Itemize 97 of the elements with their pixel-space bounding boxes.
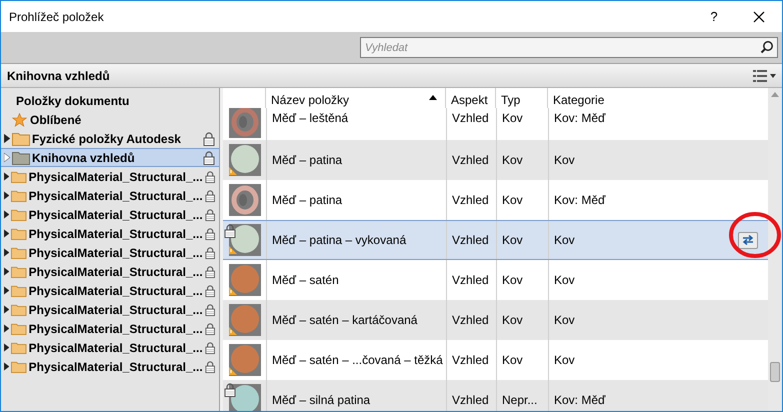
- section-title: Knihovna vzhledů: [7, 68, 111, 84]
- scroll-up-arrow-icon: [771, 92, 779, 97]
- scrollbar[interactable]: [768, 88, 782, 411]
- category-cell-text: Kov: Měď: [554, 192, 606, 209]
- item-name: Měď – patina – vykovaná: [272, 232, 406, 249]
- folder-item[interactable]: PhysicalMaterial_Structural_...: [1, 281, 219, 300]
- item-name: Měď – silná patina: [272, 392, 370, 409]
- folder-item[interactable]: Knihovna vzhledů: [1, 148, 219, 167]
- expand-arrow-icon[interactable]: [4, 324, 10, 333]
- type-cell-text: Kov: [502, 232, 523, 249]
- folder-item[interactable]: PhysicalMaterial_Structural_...: [1, 338, 219, 357]
- aspect-cell-text: Vzhled: [452, 352, 489, 369]
- folder-icon: [11, 302, 27, 316]
- item-name: Měď – satén – kartáčovaná: [272, 312, 418, 329]
- folder-icon: [11, 264, 27, 278]
- item-name: Měď – patina: [272, 192, 342, 209]
- favorites-item[interactable]: Oblíbené: [1, 110, 219, 129]
- folder-icon: [11, 226, 27, 240]
- aspect-cell-text: Vzhled: [452, 272, 489, 289]
- search-icon[interactable]: [760, 40, 774, 54]
- swap-arrows-icon: [742, 235, 754, 245]
- scrollbar-thumb[interactable]: [770, 362, 780, 382]
- folder-item[interactable]: PhysicalMaterial_Structural_...: [1, 262, 219, 281]
- column-header[interactable]: Typ: [501, 93, 520, 107]
- category-cell-text: Kov: [554, 152, 575, 169]
- item-name: Měď – satén – ...čovaná – těžká: [272, 352, 443, 369]
- category-cell-text: Kov: Měď: [554, 392, 606, 409]
- expand-arrow-icon[interactable]: [4, 305, 10, 314]
- folder-icon: [12, 150, 30, 164]
- table-row[interactable]: Měď – satén – kartáčovaná Vzhled Kov Kov: [223, 300, 768, 340]
- folder-item[interactable]: PhysicalMaterial_Structural_...: [1, 224, 219, 243]
- column-header[interactable]: Název položky: [271, 91, 429, 108]
- category-cell-text: Kov: [554, 232, 575, 249]
- category-cell-text: Kov: [554, 272, 575, 289]
- type-cell-text: Kov: [502, 312, 523, 329]
- aspect-cell-text: Vzhled: [452, 110, 489, 127]
- expand-arrow-icon[interactable]: [4, 153, 10, 162]
- expand-arrow-icon[interactable]: [4, 210, 10, 219]
- list-view-icon: [753, 70, 767, 82]
- category-cell-text: Kov: [554, 352, 575, 369]
- window-title: Prohlížeč položek: [8, 8, 105, 26]
- aspect-cell-text: Vzhled: [452, 192, 489, 209]
- star-icon: [12, 112, 27, 126]
- close-icon: [753, 10, 765, 22]
- expand-arrow-icon[interactable]: [4, 172, 10, 181]
- help-button[interactable]: ?: [692, 2, 736, 32]
- folder-icon: [11, 208, 27, 222]
- expand-arrow-icon[interactable]: [4, 134, 10, 143]
- column-header[interactable]: Kategorie: [553, 93, 604, 107]
- aspect-cell-text: Vzhled: [452, 232, 489, 249]
- folder-icon: [11, 170, 27, 184]
- folder-icon: [11, 322, 27, 336]
- expand-arrow-icon[interactable]: [4, 343, 10, 352]
- column-header[interactable]: Aspekt: [451, 93, 488, 107]
- table-row[interactable]: Měď – silná patina Vzhled Nepr... Kov: Měď: [223, 380, 768, 411]
- aspect-cell-text: Vzhled: [452, 312, 489, 329]
- search-field[interactable]: Vyhledat: [360, 37, 778, 58]
- folder-item[interactable]: PhysicalMaterial_Structural_...: [1, 167, 219, 186]
- sidebar-heading: Položky dokumentu: [16, 92, 130, 110]
- type-cell-text: Kov: [502, 352, 523, 369]
- item-name: Měď – patina: [272, 152, 342, 169]
- folder-item[interactable]: PhysicalMaterial_Structural_...: [1, 205, 219, 224]
- aspect-cell-text: Vzhled: [452, 152, 489, 169]
- table-row[interactable]: Měď – patina Vzhled Kov Kov: [223, 140, 768, 180]
- folder-item[interactable]: Fyzické položky Autodesk: [1, 129, 219, 148]
- type-cell-text: Kov: [502, 110, 523, 127]
- replace-button[interactable]: [738, 232, 758, 248]
- folder-item[interactable]: PhysicalMaterial_Structural_...: [1, 319, 219, 338]
- type-cell-text: Nepr...: [502, 392, 538, 409]
- expand-arrow-icon[interactable]: [4, 267, 10, 276]
- type-cell-text: Kov: [502, 272, 523, 289]
- item-name: Měď – satén: [272, 272, 339, 289]
- dropdown-caret-icon: [770, 74, 776, 78]
- folder-item[interactable]: PhysicalMaterial_Structural_...: [1, 243, 219, 262]
- item-name: Měď – leštěná: [272, 110, 348, 127]
- expand-arrow-icon[interactable]: [4, 362, 10, 371]
- aspect-cell-text: Vzhled: [452, 392, 489, 409]
- expand-arrow-icon[interactable]: [4, 286, 10, 295]
- expand-arrow-icon[interactable]: [4, 191, 10, 200]
- folder-icon: [11, 188, 27, 202]
- expand-arrow-icon[interactable]: [4, 248, 10, 257]
- folder-item[interactable]: PhysicalMaterial_Structural_...: [1, 300, 219, 319]
- folder-icon: [11, 340, 27, 354]
- table-row[interactable]: Měď – patina – vykovaná Vzhled Kov Kov: [223, 220, 768, 260]
- sort-ascending-icon: [429, 95, 437, 100]
- category-cell-text: Kov: Měď: [554, 110, 606, 127]
- folder-item[interactable]: PhysicalMaterial_Structural_...: [1, 186, 219, 205]
- folder-item[interactable]: PhysicalMaterial_Structural_...: [1, 357, 219, 376]
- type-cell-text: Kov: [502, 192, 523, 209]
- folder-icon: [12, 132, 30, 146]
- folder-icon: [11, 246, 27, 260]
- expand-arrow-icon[interactable]: [4, 229, 10, 238]
- type-cell-text: Kov: [502, 152, 523, 169]
- category-cell-text: Kov: [554, 312, 575, 329]
- folder-icon: [11, 284, 27, 298]
- folder-icon: [11, 360, 27, 374]
- view-options-button[interactable]: [753, 70, 776, 82]
